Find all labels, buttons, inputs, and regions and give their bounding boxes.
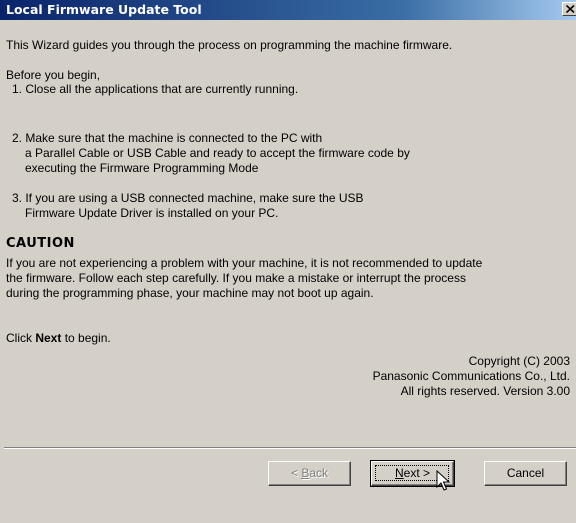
click-next-text: Click Next to begin. (6, 331, 111, 345)
mouse-pointer-icon (436, 470, 450, 491)
window-title: Local Firmware Update Tool (6, 2, 202, 17)
copyright-line-3: All rights reserved. Version 3.00 (400, 384, 570, 398)
click-next-bold: Next (35, 331, 62, 345)
step-2-line-2: a Parallel Cable or USB Cable and ready … (25, 146, 410, 160)
step-2-line-1: 2. Make sure that the machine is connect… (12, 131, 323, 145)
next-accelerator: N (394, 466, 404, 480)
back-button[interactable]: < Back (268, 461, 351, 486)
caution-heading: CAUTION (6, 236, 75, 251)
close-button[interactable] (562, 2, 576, 16)
click-suffix: to begin. (61, 331, 111, 345)
back-rest: ack (309, 466, 329, 480)
step-3-line-1: 3. If you are using a USB connected mach… (12, 191, 364, 205)
click-prefix: Click (6, 331, 36, 345)
copyright-line-1: Copyright (C) 2003 (468, 354, 570, 368)
before-begin-text: Before you begin, (6, 68, 101, 82)
caution-line-1: If you are not experiencing a problem wi… (6, 256, 483, 270)
step-3-line-2: Firmware Update Driver is installed on y… (25, 206, 279, 220)
back-prefix: < (290, 466, 302, 480)
close-icon (566, 5, 575, 13)
cancel-button[interactable]: Cancel (484, 461, 567, 486)
next-rest: ext > (403, 466, 431, 480)
caution-line-2: the firmware. Follow each step carefully… (6, 271, 466, 285)
step-2-line-3: executing the Firmware Programming Mode (25, 161, 259, 175)
intro-text: This Wizard guides you through the proce… (6, 38, 453, 52)
wizard-window: Local Firmware Update Tool This Wizard g… (0, 0, 576, 523)
caution-line-3: during the programming phase, your machi… (6, 286, 374, 300)
step-1-text: 1. Close all the applications that are c… (12, 82, 299, 96)
button-separator (4, 447, 576, 449)
copyright-line-2: Panasonic Communications Co., Ltd. (372, 369, 570, 383)
title-bar[interactable]: Local Firmware Update Tool (0, 0, 576, 20)
